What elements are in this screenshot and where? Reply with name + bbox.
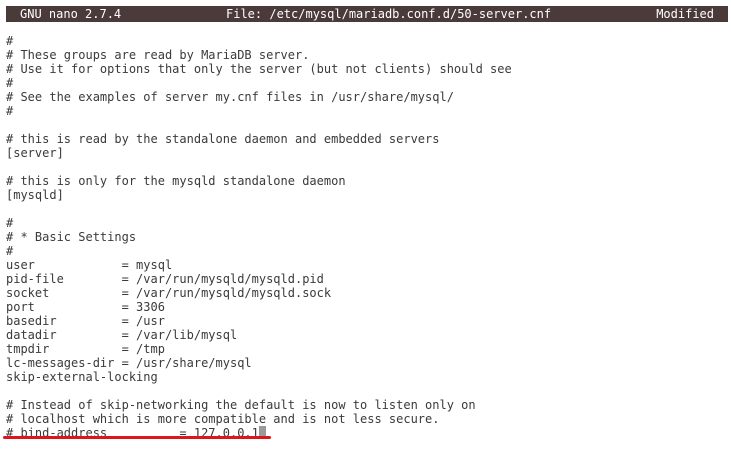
editor-text-area[interactable]: # # These groups are read by MariaDB ser… <box>6 22 726 442</box>
editor-line[interactable]: # <box>6 216 13 230</box>
editor-line[interactable]: # <box>6 244 13 258</box>
red-highlight-underline <box>3 436 271 439</box>
editor-line[interactable]: # Instead of skip-networking the default… <box>6 398 476 412</box>
editor-line[interactable]: # * Basic Settings <box>6 230 136 244</box>
editor-line[interactable]: # this is read by the standalone daemon … <box>6 132 439 146</box>
editor-line[interactable]: # localhost which is more compatible and… <box>6 412 439 426</box>
editor-line[interactable]: socket = /var/run/mysqld/mysqld.sock <box>6 286 331 300</box>
file-path-label: File: /etc/mysql/mariadb.conf.d/50-serve… <box>226 7 552 21</box>
editor-line[interactable]: port = 3306 <box>6 300 165 314</box>
editor-line[interactable]: # These groups are read by MariaDB serve… <box>6 48 309 62</box>
editor-line[interactable]: [mysqld] <box>6 188 64 202</box>
editor-line[interactable]: # Use it for options that only the serve… <box>6 62 512 76</box>
editor-line[interactable]: # See the examples of server my.cnf file… <box>6 90 454 104</box>
app-version-label: GNU nano 2.7.4 <box>20 7 122 21</box>
editor-line[interactable]: # <box>6 104 13 118</box>
editor-line[interactable]: skip-external-locking <box>6 370 158 384</box>
modified-status: Modified <box>656 7 714 21</box>
editor-line[interactable]: pid-file = /var/run/mysqld/mysqld.pid <box>6 272 324 286</box>
editor-line[interactable]: user = mysql <box>6 258 172 272</box>
editor-line[interactable]: basedir = /usr <box>6 314 165 328</box>
editor-line[interactable]: lc-messages-dir = /usr/share/mysql <box>6 356 252 370</box>
editor-line[interactable]: [server] <box>6 146 64 160</box>
editor-line[interactable]: # <box>6 76 13 90</box>
nano-editor-window: GNU nano 2.7.4 File: /etc/mysql/mariadb.… <box>0 0 731 450</box>
editor-line[interactable]: # this is only for the mysqld standalone… <box>6 174 346 188</box>
nano-title-bar: GNU nano 2.7.4 File: /etc/mysql/mariadb.… <box>6 6 728 22</box>
editor-line[interactable]: datadir = /var/lib/mysql <box>6 328 237 342</box>
editor-line[interactable]: tmpdir = /tmp <box>6 342 165 356</box>
editor-line[interactable]: # <box>6 34 13 48</box>
